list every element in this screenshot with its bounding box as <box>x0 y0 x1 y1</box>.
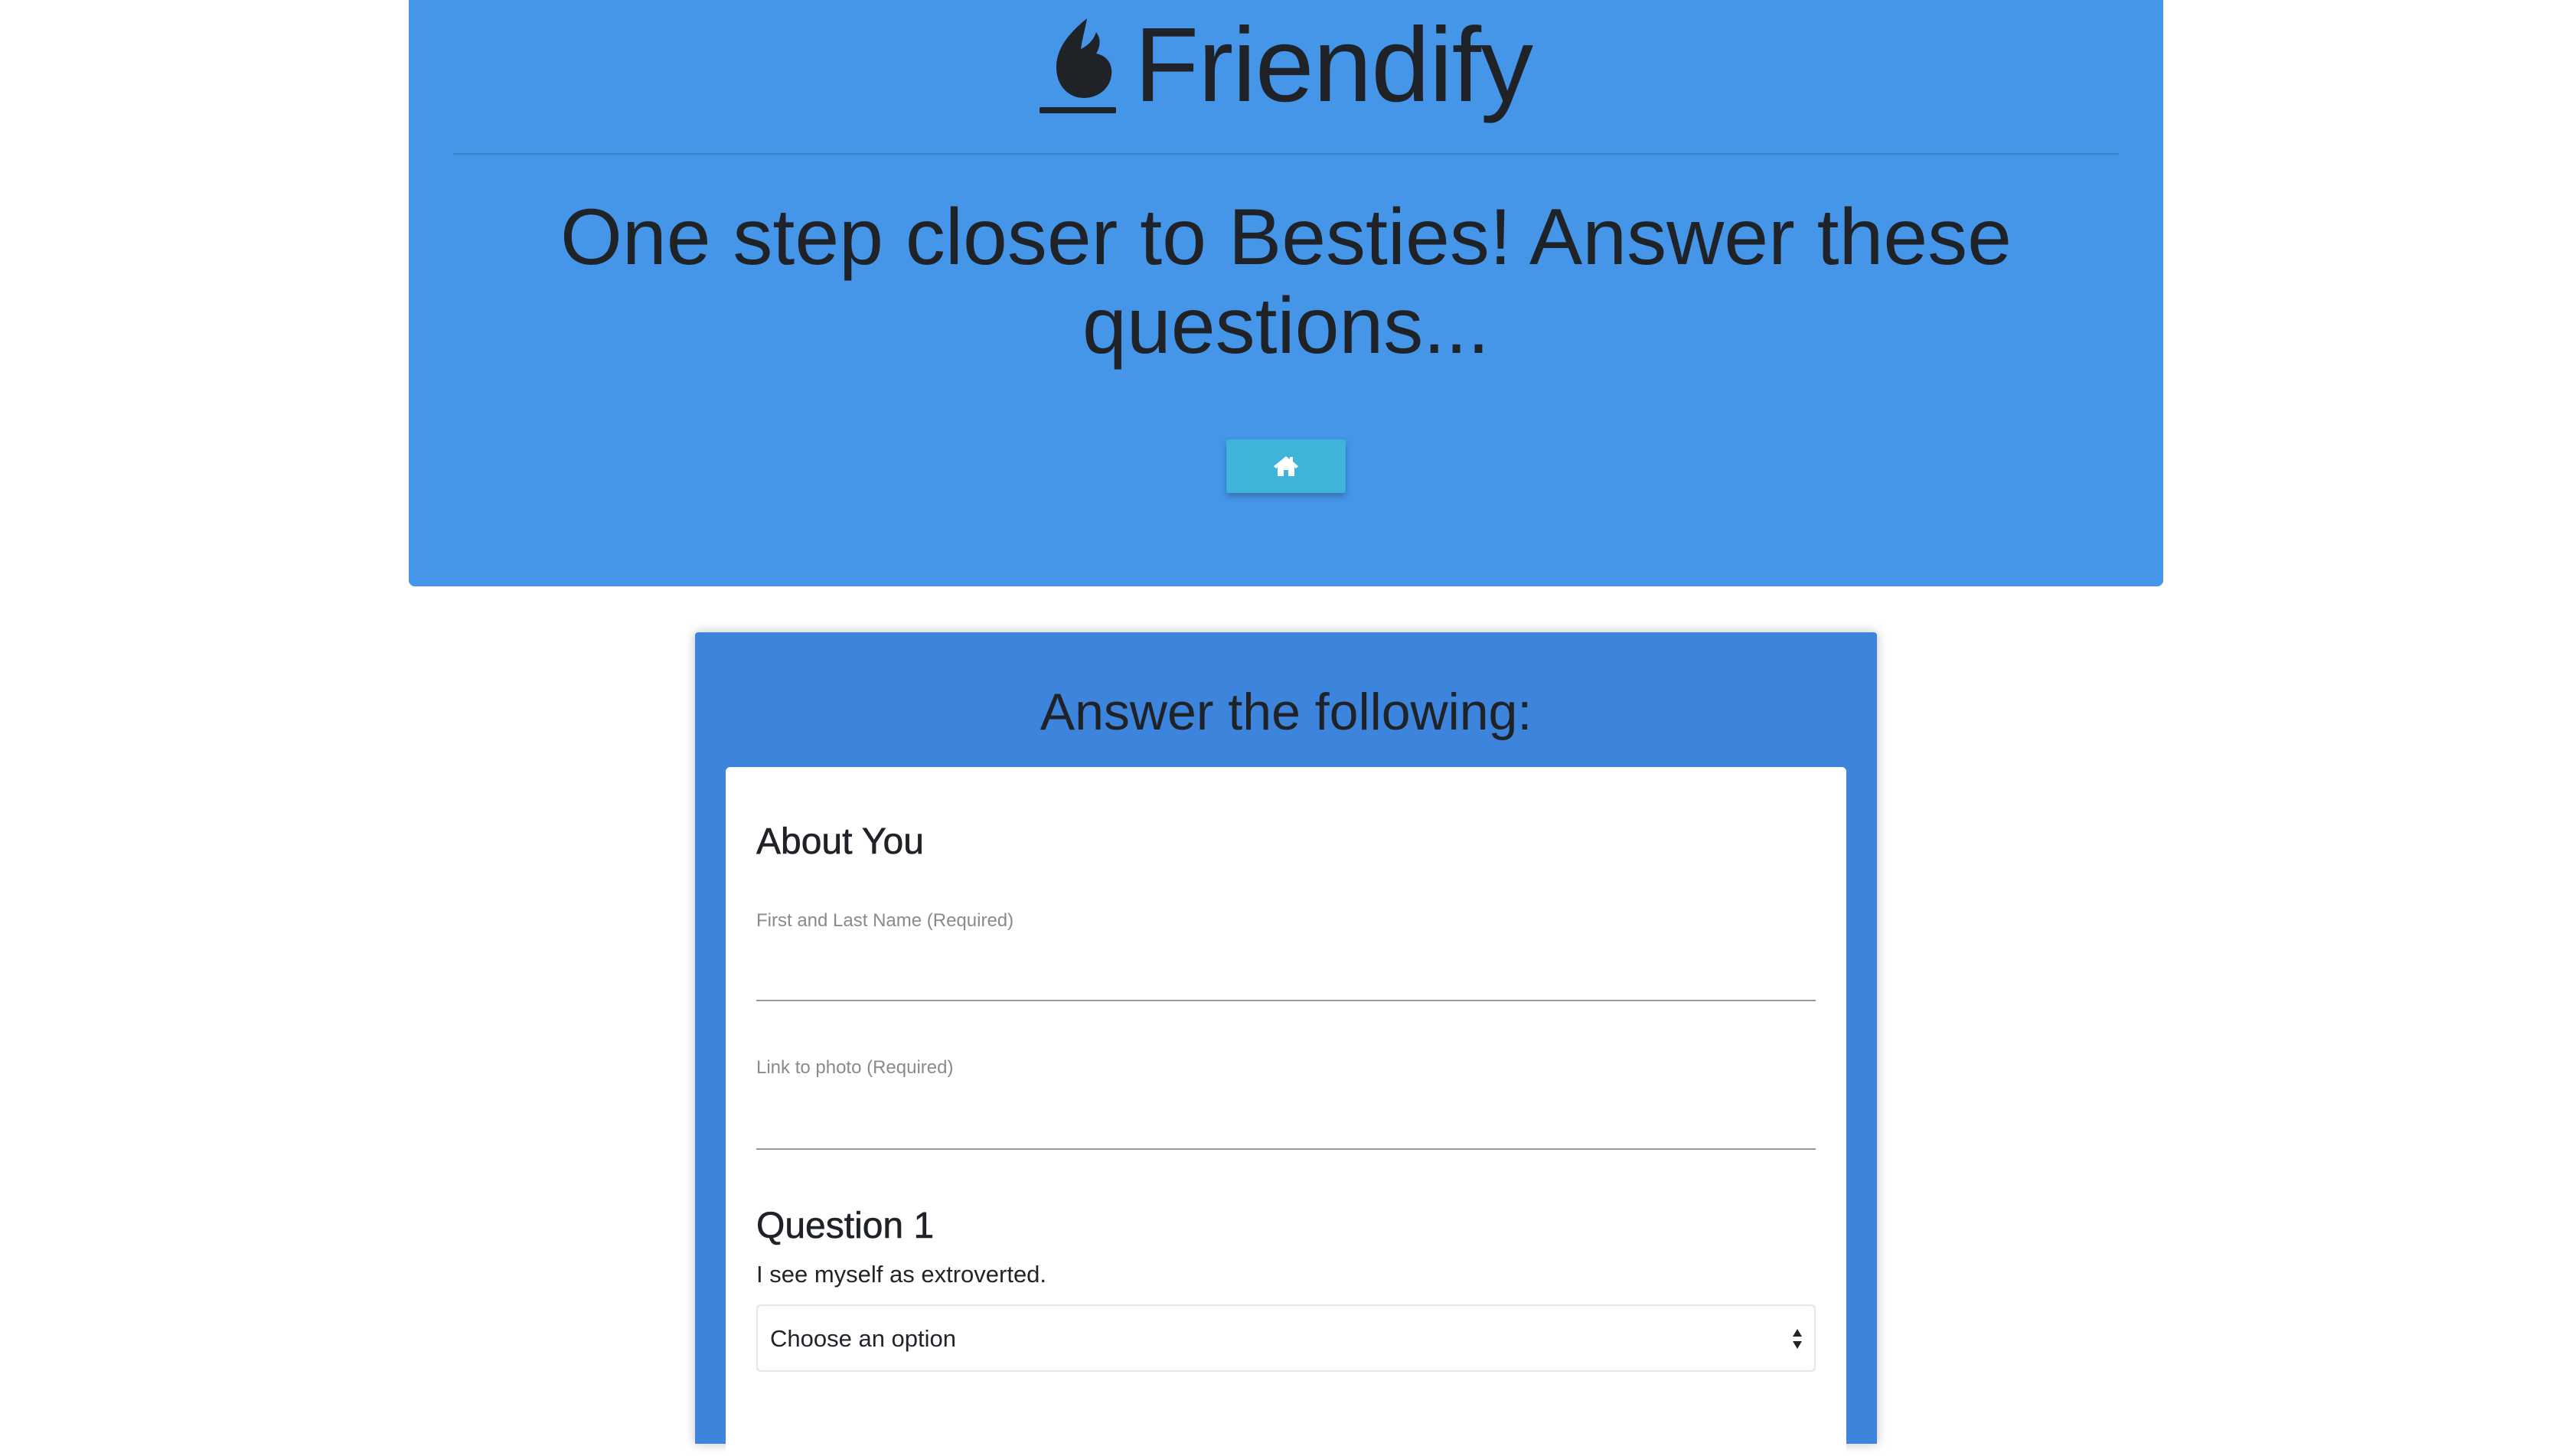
question-1-text: I see myself as extroverted. <box>756 1261 1047 1288</box>
select-arrows-icon <box>1793 1329 1802 1349</box>
name-field-label: First and Last Name (Required) <box>756 910 1014 931</box>
home-icon <box>1274 456 1298 476</box>
questionnaire-panel: Answer the following: About You First an… <box>695 632 1877 1456</box>
flame-logo-icon <box>1039 18 1116 113</box>
question-1-heading: Question 1 <box>756 1206 935 1247</box>
brand-name: Friendify <box>1134 6 1533 124</box>
hero-header: Friendify One step closer to Besties! An… <box>409 0 2163 586</box>
about-you-heading: About You <box>756 821 925 863</box>
photo-link-input[interactable] <box>756 1110 1816 1150</box>
question-1-select[interactable]: Choose an option <box>756 1304 1816 1372</box>
home-button[interactable] <box>1226 439 1346 493</box>
page-heading: One step closer to Besties! Answer these… <box>560 193 2012 371</box>
brand: Friendify <box>409 8 2163 122</box>
form-title: Answer the following: <box>1040 683 1532 741</box>
header-divider <box>453 153 2119 155</box>
photo-field-label: Link to photo (Required) <box>756 1057 954 1078</box>
name-input[interactable] <box>756 961 1816 1001</box>
form-card: About You First and Last Name (Required)… <box>726 767 1846 1456</box>
question-1-selected-option: Choose an option <box>770 1325 957 1352</box>
